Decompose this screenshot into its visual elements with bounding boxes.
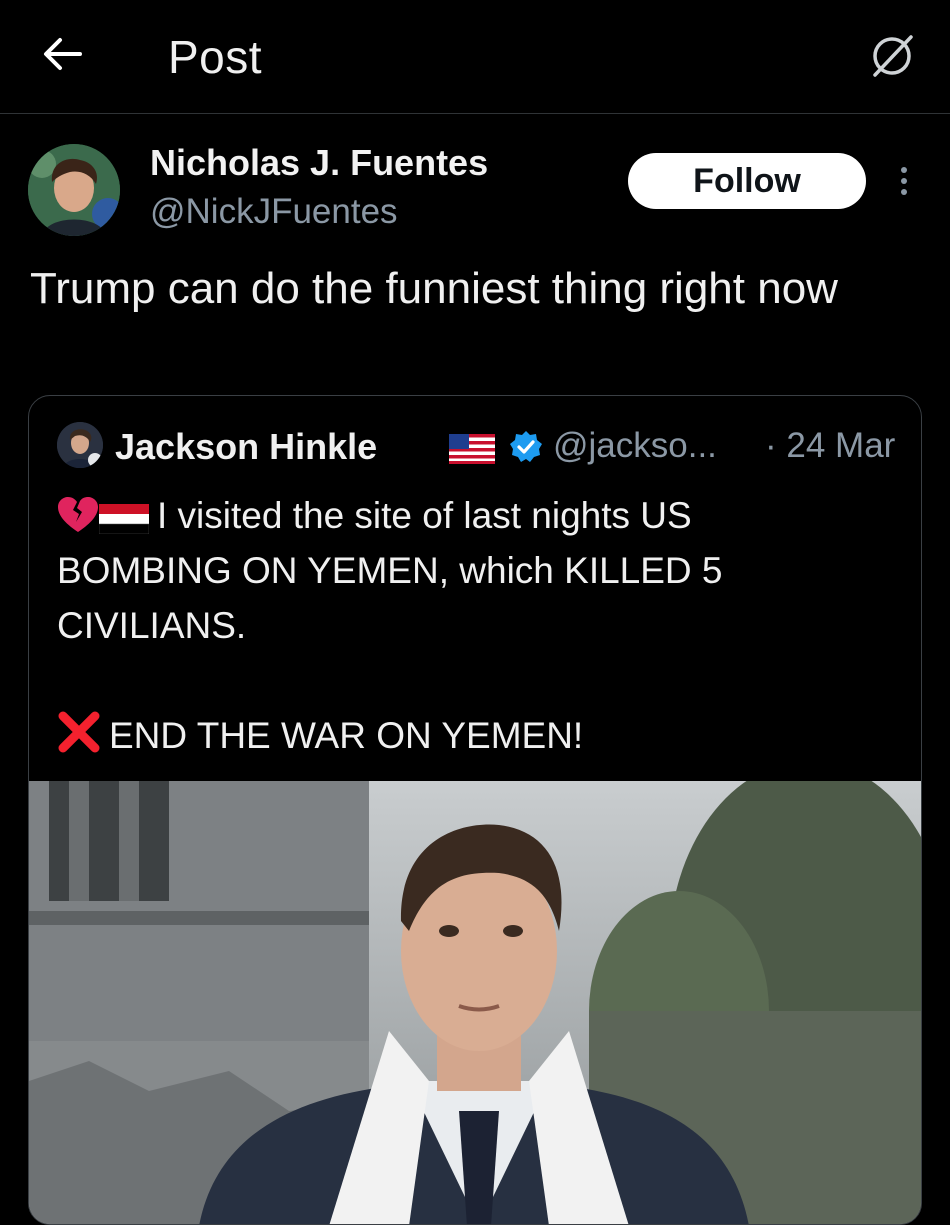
more-vertical-icon <box>901 189 907 195</box>
cross-mark-icon <box>58 711 100 753</box>
reader-mode-icon <box>873 35 913 77</box>
quoted-post-text: I visited the site of last nights US BOM… <box>57 488 907 763</box>
page-title: Post <box>168 31 263 83</box>
follow-button[interactable]: Follow <box>628 153 866 209</box>
author-name[interactable]: Nicholas J. Fuentes <box>150 142 488 184</box>
avatar[interactable] <box>28 144 120 236</box>
us-flag-icon <box>449 434 495 464</box>
quoted-post-date[interactable]: · 24 Mar <box>765 426 895 466</box>
quoted-author-name[interactable]: Jackson Hinkle <box>115 426 377 468</box>
quoted-post-video[interactable] <box>29 781 921 1224</box>
post-text: Trump can do the funniest thing right no… <box>30 264 838 313</box>
quoted-text-line-2: BOMBING ON YEMEN, which KILLED 5 <box>57 550 723 591</box>
arrow-left-icon <box>44 38 82 70</box>
quoted-blank-line <box>57 653 907 708</box>
post-author-row: Nicholas J. Fuentes @NickJFuentes Follow <box>0 130 950 240</box>
back-button[interactable] <box>40 32 84 76</box>
quoted-post-header: Jackson Hinkle @jackso... · 24 Mar <box>57 422 917 472</box>
top-bar: Post <box>0 0 950 114</box>
video-still-image <box>29 781 921 1224</box>
quoted-line-4: END THE WAR ON YEMEN! <box>57 708 907 763</box>
author-handle[interactable]: @NickJFuentes <box>150 192 398 232</box>
verified-badge-icon <box>510 431 542 462</box>
quoted-post[interactable]: Jackson Hinkle @jackso... · 24 Mar I vis… <box>28 395 922 1225</box>
avatar-image <box>28 144 120 236</box>
quoted-text-line-4: END THE WAR ON YEMEN! <box>109 715 584 756</box>
quoted-avatar[interactable] <box>57 422 103 468</box>
broken-heart-icon <box>58 497 98 532</box>
quoted-text-line-1: I visited the site of last nights US <box>157 495 692 536</box>
reader-mode-button[interactable] <box>864 28 920 84</box>
quoted-text-line-3: CIVILIANS. <box>57 605 247 646</box>
more-vertical-icon <box>901 167 907 173</box>
quoted-line-1: I visited the site of last nights US <box>57 488 907 543</box>
more-options-button[interactable] <box>886 156 922 206</box>
quoted-author-handle[interactable]: @jackso... <box>553 426 717 466</box>
yemen-flag-icon <box>99 504 149 534</box>
more-vertical-icon <box>901 178 907 184</box>
quoted-avatar-image <box>57 422 103 468</box>
